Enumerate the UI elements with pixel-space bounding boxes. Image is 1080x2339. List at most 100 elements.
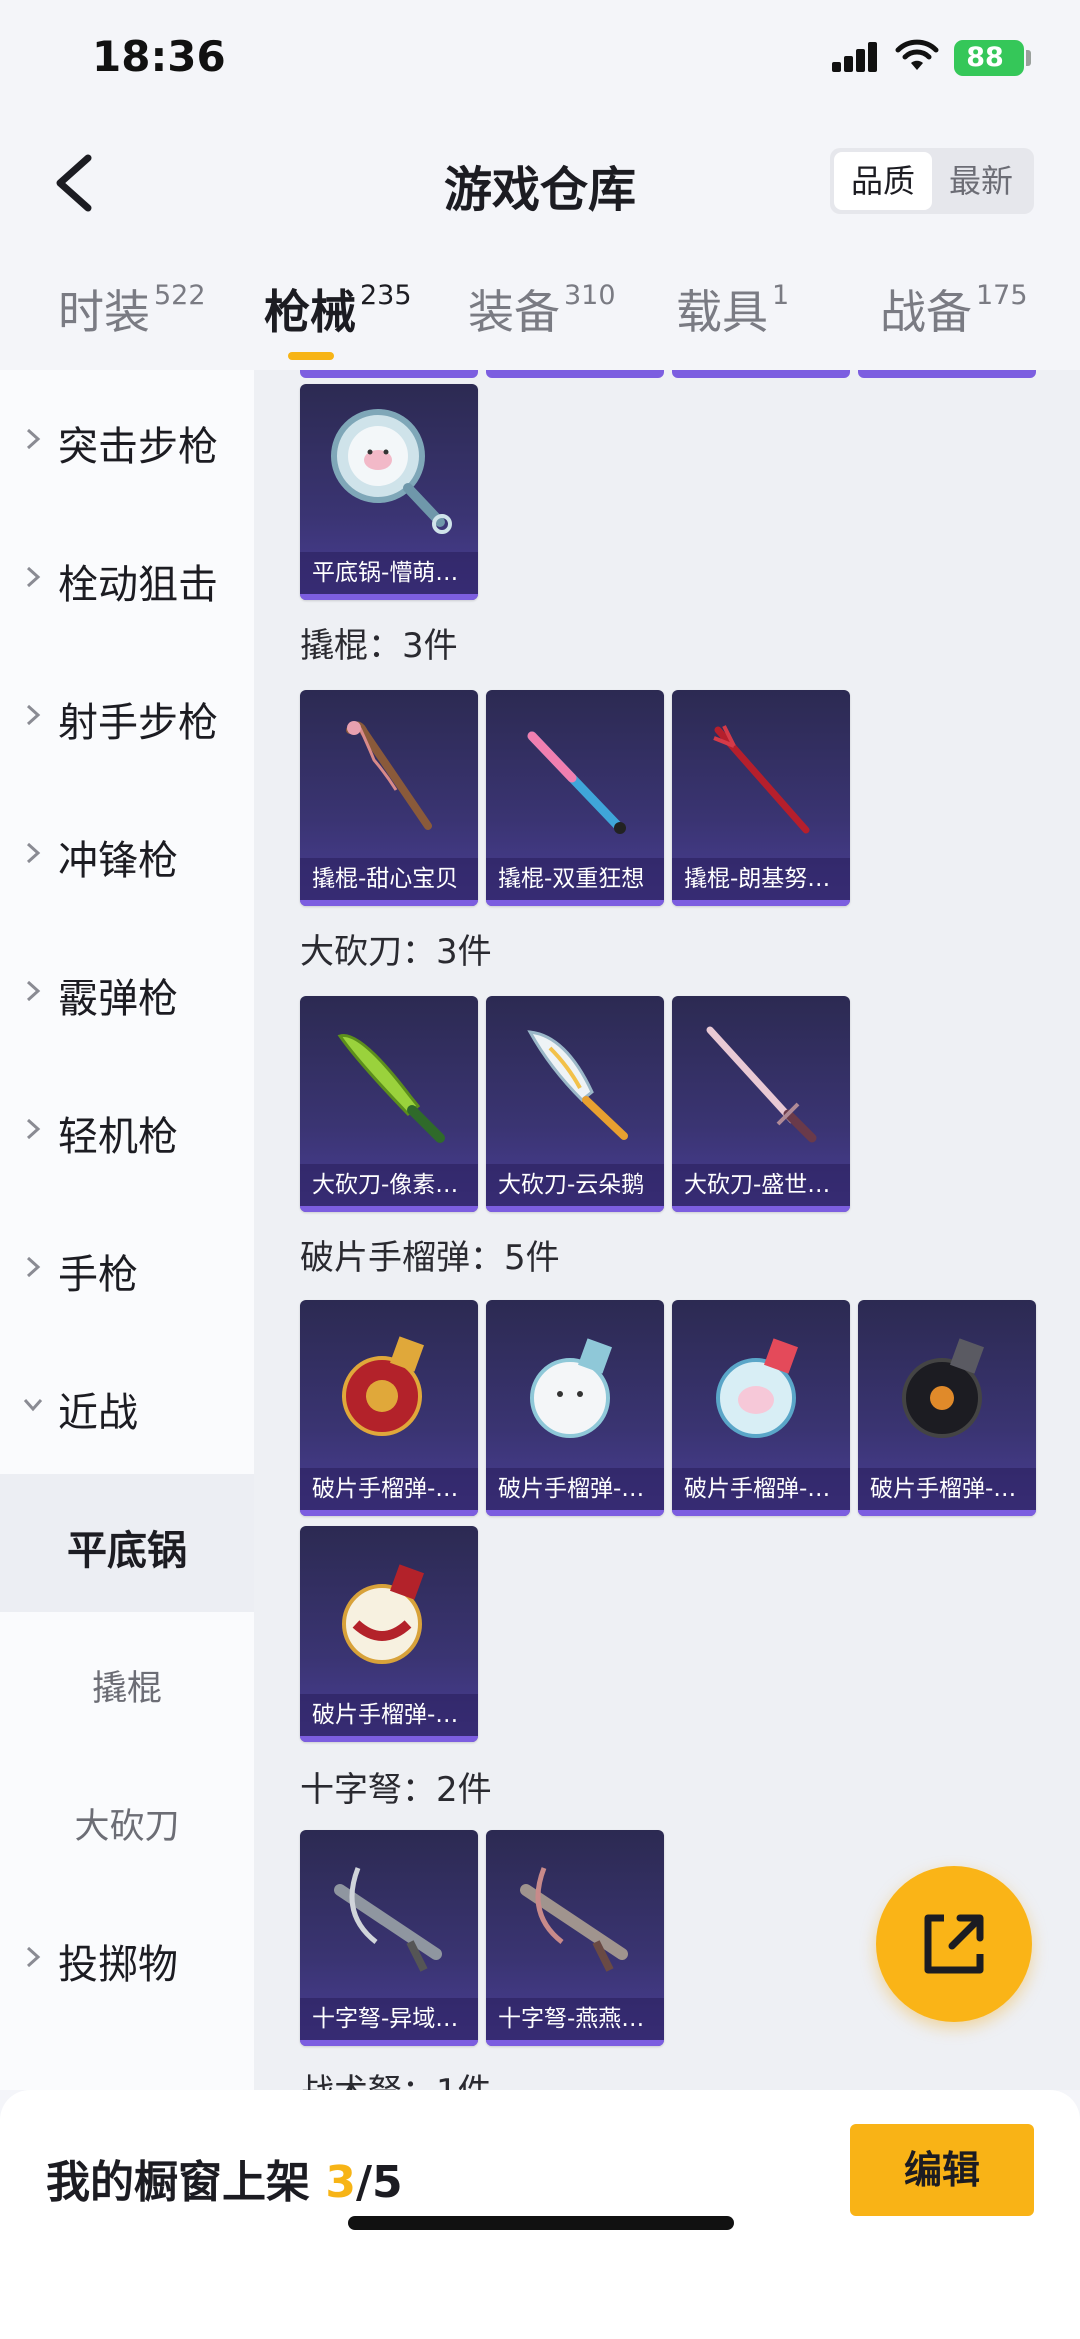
sidebar-item-crowbar[interactable]: 撬棍 [0,1612,254,1750]
chevron-right-icon [26,704,41,726]
tab-label: 枪械 [264,285,356,339]
tab-fashion[interactable]: 时装 522 [58,276,206,342]
sidebar-item-label: 轻机枪 [58,1114,178,1160]
rarity-bar [672,900,850,906]
grenade-icon [902,1338,985,1438]
rarity-bar [300,2040,478,2046]
item-card-grenade[interactable]: 破片手榴弹-… [300,1526,478,1742]
sidebar-item-machete[interactable]: 大砍刀 [0,1750,254,1888]
item-card-grenade[interactable]: 破片手榴弹-… [300,1300,478,1516]
item-name: 十字弩-燕燕… [486,1998,664,2040]
sidebar-item-frying-pan[interactable]: 平底锅 [0,1474,254,1612]
item-card-crowbar[interactable]: 撬棍-朗基努… [672,690,850,906]
item-card-crowbar[interactable]: 撬棍-甜心宝贝 [300,690,478,906]
category-tabs: 时装 522 枪械 235 装备 310 载具 1 战备 175 [0,260,1080,370]
chevron-right-icon [26,980,41,1002]
sort-newest-button[interactable]: 最新 [932,152,1030,210]
previous-row-card-edge [858,370,1036,378]
item-name: 平底锅-懵萌… [300,552,478,594]
section-title-tactical-crossbow: 战术弩：1件 [300,2064,492,2090]
rarity-bar [486,1206,664,1212]
item-card-crowbar[interactable]: 撬棍-双重狂想 [486,690,664,906]
sidebar-item-label: 大砍刀 [74,1807,180,1847]
grenade-icon [530,1338,613,1438]
previous-row-card-edge [672,370,850,378]
sidebar-item-label: 冲锋枪 [58,838,178,884]
frying-pan-icon [331,409,452,534]
status-time: 18:36 [92,32,226,81]
rarity-bar [858,1510,1036,1516]
chevron-right-icon [26,1946,41,1968]
item-card-frying-pan[interactable]: 平底锅-懵萌… [300,384,478,600]
sidebar-item-throwables[interactable]: 投掷物 [0,1888,254,2026]
item-name: 十字弩-异域… [300,1998,478,2040]
crossbow-icon [334,1867,442,1972]
showcase-current: 3 [325,2157,356,2208]
tab-firearms[interactable]: 枪械 235 [264,276,412,342]
sidebar-item-label: 近战 [58,1390,138,1436]
tab-label: 载具 [676,285,768,339]
tab-equipment[interactable]: 装备 310 [468,276,616,342]
item-card-grenade[interactable]: 破片手榴弹-… [486,1300,664,1516]
sort-quality-button[interactable]: 品质 [834,152,932,210]
tab-tactical-gear[interactable]: 战备 175 [880,276,1028,342]
tab-count: 310 [564,280,616,311]
sidebar-item-smg[interactable]: 冲锋枪 [0,784,254,922]
sidebar-item-label: 平底锅 [67,1528,187,1574]
crowbar-icon [713,725,810,834]
grenade-icon [716,1338,799,1438]
sidebar-item-melee[interactable]: 近战 [0,1336,254,1474]
previous-row-card-edge [486,370,664,378]
item-name: 撬棍-朗基努… [672,858,850,900]
tab-count: 175 [976,280,1028,311]
header: 游戏仓库 品质 最新 [0,120,1080,260]
tab-count: 1 [772,280,790,311]
item-card-crossbow[interactable]: 十字弩-燕燕… [486,1830,664,2046]
sidebar-item-shotgun[interactable]: 霰弹枪 [0,922,254,1060]
sidebar-item-bolt-sniper[interactable]: 栓动狙击 [0,508,254,646]
item-card-grenade[interactable]: 破片手榴弹-… [858,1300,1036,1516]
item-card-crossbow[interactable]: 十字弩-异域… [300,1830,478,2046]
rarity-bar [672,1510,850,1516]
sidebar-item-label: 投掷物 [58,1942,178,1988]
share-button[interactable] [876,1866,1032,2022]
item-card-grenade[interactable]: 破片手榴弹-… [672,1300,850,1516]
item-name: 破片手榴弹-… [858,1468,1036,1510]
item-name: 撬棍-甜心宝贝 [300,858,478,900]
item-name: 大砍刀-盛世… [672,1164,850,1206]
status-bar: 18:36 88 [0,0,1080,120]
chevron-right-icon [26,842,41,864]
grenade-icon [342,1336,425,1436]
battery-level: 88 [966,42,1004,73]
chevron-right-icon [26,1118,41,1140]
sidebar-item-lmg[interactable]: 轻机枪 [0,1060,254,1198]
sidebar-item-assault-rifle[interactable]: 突击步枪 [0,370,254,508]
machete-icon [337,1034,445,1143]
sort-toggle: 品质 最新 [830,148,1034,214]
edit-button[interactable]: 编辑 [850,2124,1034,2216]
item-name: 大砍刀-云朵鹅 [486,1164,664,1206]
bottom-bar: 我的橱窗上架 3/5 编辑 [0,2090,1080,2339]
crowbar-icon [346,721,432,830]
item-card-machete[interactable]: 大砍刀-云朵鹅 [486,996,664,1212]
rarity-bar [300,1206,478,1212]
tab-label: 装备 [468,285,560,339]
sidebar-item-marksman-rifle[interactable]: 射手步枪 [0,646,254,784]
sidebar-item-pistol[interactable]: 手枪 [0,1198,254,1336]
sidebar-item-label: 突击步枪 [58,424,218,470]
tab-label: 战备 [880,285,972,339]
section-title-crossbow: 十字弩：2件 [300,1770,492,1810]
crossbow-icon [520,1867,628,1972]
chevron-right-icon [26,428,41,450]
tab-vehicles[interactable]: 载具 1 [676,276,789,342]
item-card-machete[interactable]: 大砍刀-像素… [300,996,478,1212]
showcase-total: /5 [355,2157,403,2208]
item-name: 破片手榴弹-… [300,1468,478,1510]
grenade-icon [342,1564,425,1664]
item-name: 大砍刀-像素… [300,1164,478,1206]
wifi-icon [895,39,939,70]
battery-tip [1026,50,1031,66]
active-tab-indicator [288,352,334,360]
chevron-right-icon [26,566,41,588]
item-card-machete[interactable]: 大砍刀-盛世… [672,996,850,1212]
